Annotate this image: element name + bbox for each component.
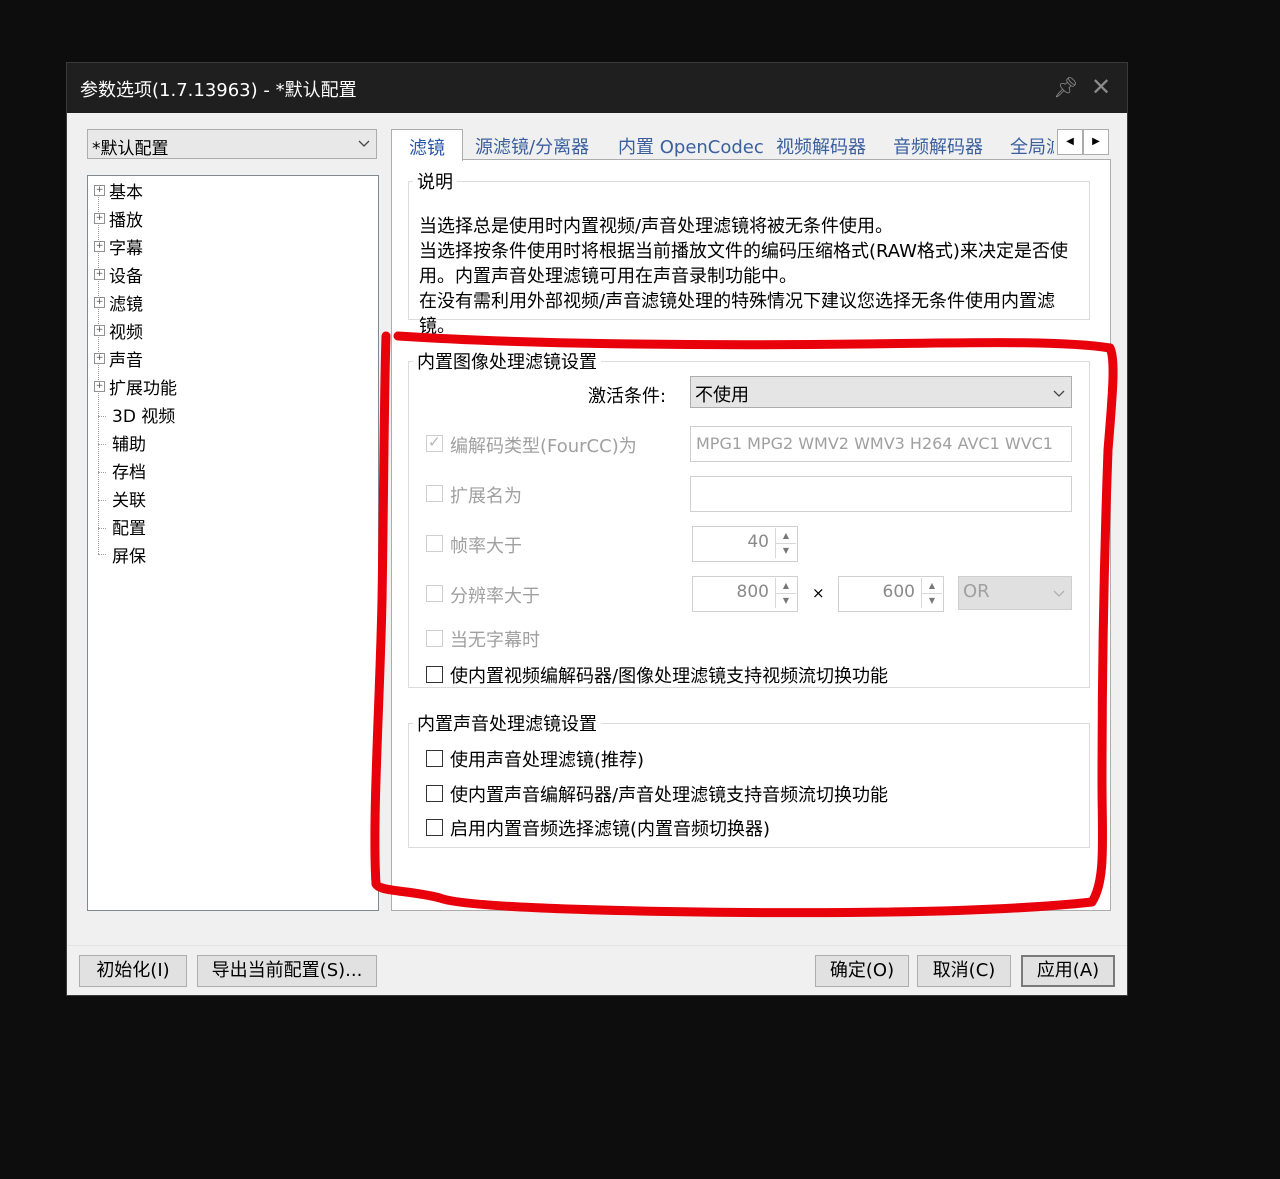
check-icon: ✓ <box>428 433 441 451</box>
expand-icon[interactable]: + <box>94 269 105 280</box>
tab-source-filters[interactable]: 源滤镜/分离器 <box>475 133 589 159</box>
tab-opencodec[interactable]: 内置 OpenCodec <box>618 133 764 159</box>
tree-item-playback[interactable]: + 播放 <box>94 206 143 232</box>
video-stream-switch-checkbox[interactable] <box>426 666 443 683</box>
framerate-value: 40 <box>747 532 769 552</box>
resolution-height-spinner[interactable]: 600 ▲ ▼ <box>838 576 944 612</box>
description-line-3: 在没有需利用外部视频/声音滤镜处理的特殊情况下建议您选择无条件使用内置滤镜。 <box>419 291 1056 337</box>
tab-global-filters[interactable]: 全局滤 <box>1010 133 1054 159</box>
activation-select[interactable]: 不使用 <box>690 376 1072 408</box>
expand-icon[interactable]: + <box>94 381 105 392</box>
tab-scroll-left-icon[interactable]: ◀ <box>1057 129 1083 155</box>
apply-button[interactable]: 应用(A) <box>1021 955 1115 987</box>
filters-tab-page: 说明 当选择总是使用时内置视频/声音处理滤镜将被无条件使用。 当选择按条件使用时… <box>391 159 1111 911</box>
audio-selector-checkbox[interactable] <box>426 819 443 836</box>
bottom-separator <box>67 945 1127 946</box>
tree-item-video[interactable]: + 视频 <box>94 318 143 344</box>
resolution-width-value: 800 <box>736 582 769 602</box>
expand-icon[interactable]: + <box>94 241 105 252</box>
audio-selector-label: 启用内置音频选择滤镜(内置音频切换器) <box>450 819 771 840</box>
tree-item-audio[interactable]: + 声音 <box>94 346 143 372</box>
spin-up-icon[interactable]: ▲ <box>775 528 796 544</box>
tree-item-config[interactable]: 配置 <box>112 514 146 540</box>
audio-filter-legend: 内置声音处理滤镜设置 <box>417 714 597 735</box>
spin-up-icon[interactable]: ▲ <box>921 578 942 594</box>
tab-filters[interactable]: 滤镜 <box>391 129 463 161</box>
expand-icon[interactable]: + <box>94 213 105 224</box>
tree-item-assist[interactable]: 辅助 <box>112 430 146 456</box>
audio-stream-switch-checkbox[interactable] <box>426 785 443 802</box>
no-subtitle-label: 当无字幕时 <box>450 630 540 651</box>
profile-value: *默认配置 <box>92 139 169 159</box>
chevron-down-icon <box>1053 583 1065 597</box>
description-group: 说明 当选择总是使用时内置视频/声音处理滤镜将被无条件使用。 当选择按条件使用时… <box>408 168 1090 337</box>
framerate-spinner[interactable]: 40 ▲ ▼ <box>692 526 798 562</box>
spin-down-icon[interactable]: ▼ <box>775 593 796 608</box>
resolution-operator-value: OR <box>963 581 990 602</box>
tree-item-extensions[interactable]: + 扩展功能 <box>94 374 177 400</box>
fourcc-value: MPG1 MPG2 WMV2 WMV3 H264 AVC1 WVC1 <box>696 434 1053 453</box>
tree-item-3d-video[interactable]: 3D 视频 <box>112 402 175 428</box>
resolution-checkbox[interactable] <box>426 585 443 602</box>
times-sign: × <box>812 584 825 602</box>
pin-icon[interactable]: 📌︎ <box>1052 73 1080 101</box>
resolution-height-value: 600 <box>882 582 915 602</box>
extension-input[interactable] <box>690 476 1072 512</box>
tree-item-basic[interactable]: + 基本 <box>94 178 143 204</box>
tree-item-association[interactable]: 关联 <box>112 486 146 512</box>
image-filter-legend: 内置图像处理滤镜设置 <box>417 352 597 373</box>
init-button[interactable]: 初始化(I) <box>79 955 187 987</box>
chevron-down-icon <box>1053 383 1065 397</box>
framerate-label: 帧率大于 <box>450 536 522 557</box>
fourcc-label: 编解码类型(FourCC)为 <box>450 436 637 457</box>
use-audio-filter-label: 使用声音处理滤镜(推荐) <box>450 750 645 771</box>
framerate-checkbox[interactable] <box>426 535 443 552</box>
expand-icon[interactable]: + <box>94 297 105 308</box>
ok-button[interactable]: 确定(O) <box>815 955 909 987</box>
activation-label: 激活条件: <box>588 386 667 407</box>
expand-icon[interactable]: + <box>94 353 105 364</box>
no-subtitle-checkbox[interactable] <box>426 630 443 647</box>
tab-strip: 滤镜 源滤镜/分离器 内置 OpenCodec 视频解码器 音频解码器 全局滤 <box>391 129 1111 161</box>
tab-video-decoders[interactable]: 视频解码器 <box>776 133 866 159</box>
tree-item-devices[interactable]: + 设备 <box>94 262 143 288</box>
resolution-label: 分辨率大于 <box>450 586 540 607</box>
description-line-1: 当选择总是使用时内置视频/声音处理滤镜将被无条件使用。 <box>419 216 894 237</box>
spin-down-icon[interactable]: ▼ <box>775 543 796 558</box>
tab-scroll-right-icon[interactable]: ▶ <box>1083 129 1109 155</box>
description-line-2: 当选择按条件使用时将根据当前播放文件的编码压缩格式(RAW格式)来决定是否使用。… <box>419 241 1068 287</box>
preferences-window: 参数选项(1.7.13963) - *默认配置 📌︎ ✕ *默认配置 + 基本 +… <box>66 62 1128 996</box>
activation-value: 不使用 <box>695 385 749 406</box>
chevron-down-icon <box>358 134 370 147</box>
video-stream-switch-label: 使内置视频编解码器/图像处理滤镜支持视频流切换功能 <box>450 666 889 687</box>
tree-item-filters[interactable]: + 滤镜 <box>94 290 143 316</box>
resolution-width-spinner[interactable]: 800 ▲ ▼ <box>692 576 798 612</box>
settings-tree[interactable]: + 基本 + 播放 + 字幕 + 设备 + 滤镜 + 视频 + 声音 + 扩展功能 3D 视频 … <box>87 175 379 911</box>
tree-item-archive[interactable]: 存档 <box>112 458 146 484</box>
close-icon[interactable]: ✕ <box>1087 73 1115 101</box>
fourcc-input[interactable]: MPG1 MPG2 WMV2 WMV3 H264 AVC1 WVC1 <box>690 426 1072 462</box>
cancel-button[interactable]: 取消(C) <box>917 955 1011 987</box>
window-title: 参数选项(1.7.13963) - *默认配置 <box>80 80 357 101</box>
extension-label: 扩展名为 <box>450 486 522 507</box>
title-bar[interactable]: 参数选项(1.7.13963) - *默认配置 📌︎ ✕ <box>67 63 1127 113</box>
description-legend: 说明 <box>417 172 453 193</box>
audio-stream-switch-label: 使内置声音编解码器/声音处理滤镜支持音频流切换功能 <box>450 785 889 806</box>
spin-down-icon[interactable]: ▼ <box>921 593 942 608</box>
export-config-button[interactable]: 导出当前配置(S)... <box>197 955 377 987</box>
resolution-operator-select[interactable]: OR <box>958 576 1072 610</box>
tree-item-screensaver[interactable]: 屏保 <box>112 542 146 568</box>
tab-audio-decoders[interactable]: 音频解码器 <box>893 133 983 159</box>
fourcc-checkbox[interactable]: ✓ <box>426 433 443 452</box>
spin-up-icon[interactable]: ▲ <box>775 578 796 594</box>
extension-checkbox[interactable] <box>426 485 443 502</box>
expand-icon[interactable]: + <box>94 185 105 196</box>
tree-item-subtitles[interactable]: + 字幕 <box>94 234 143 260</box>
expand-icon[interactable]: + <box>94 325 105 336</box>
use-audio-filter-checkbox[interactable] <box>426 750 443 767</box>
profile-select[interactable]: *默认配置 <box>87 129 377 159</box>
